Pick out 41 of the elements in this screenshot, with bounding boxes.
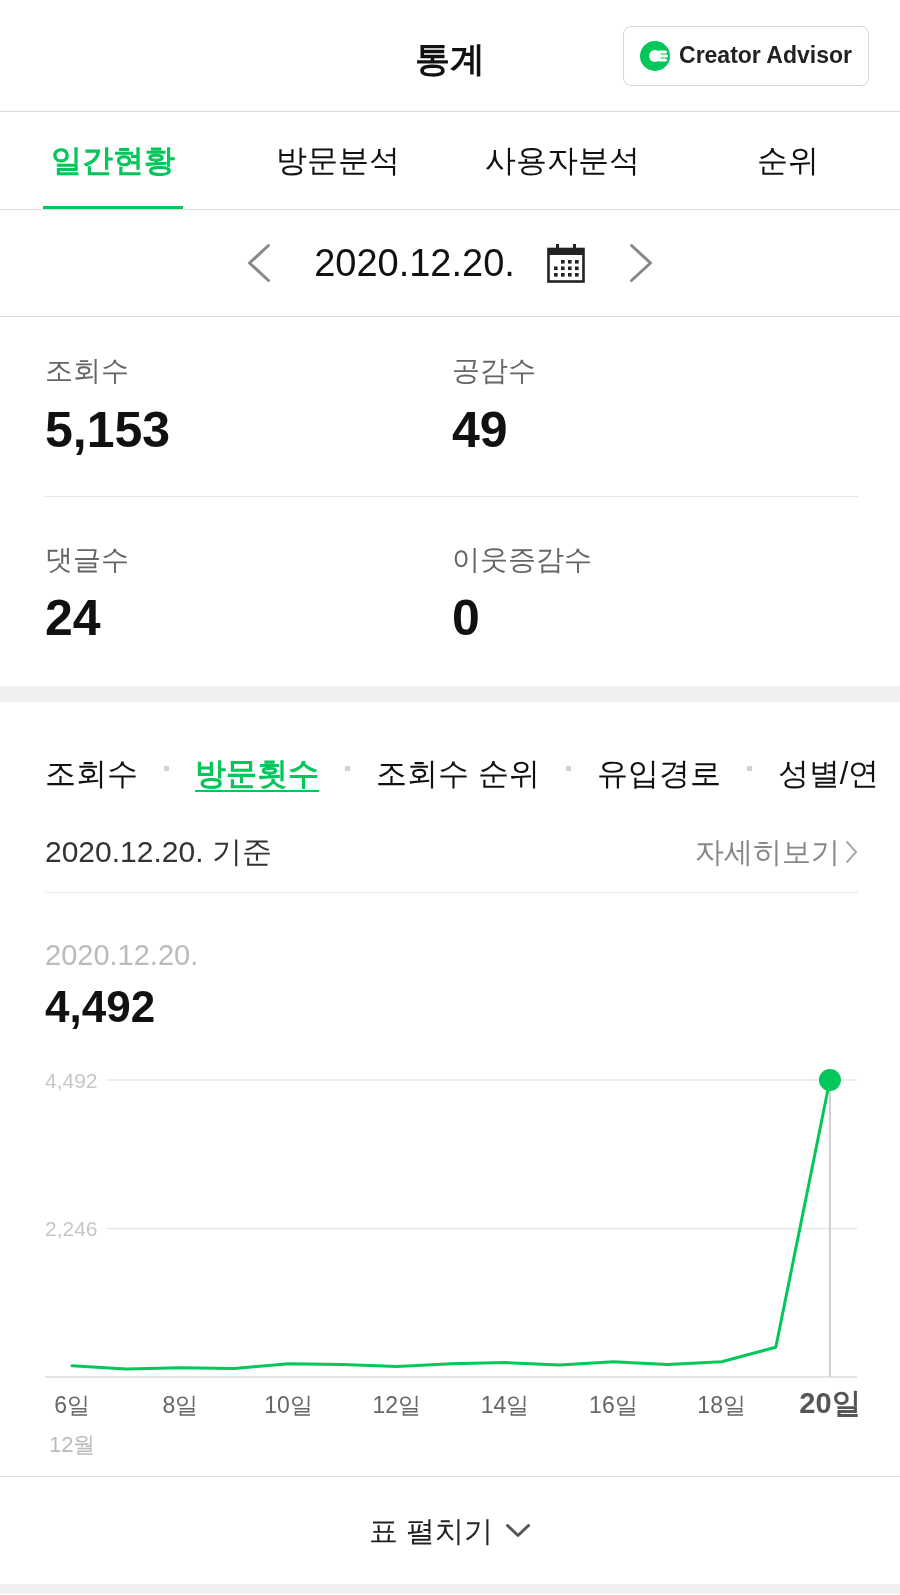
calendar-icon[interactable] — [546, 243, 585, 283]
basis-date-text: 2020.12.20. 기준 — [45, 834, 272, 870]
stat-label: 이웃증감수 — [452, 543, 592, 577]
x-axis-label: 10일 — [264, 1392, 313, 1418]
x-axis-label: 14일 — [480, 1392, 530, 1418]
stat-label: 조회수 — [45, 354, 129, 388]
chevron-down-icon — [505, 1523, 532, 1538]
x-axis-label: 8일 — [162, 1392, 199, 1418]
chevron-left-icon[interactable] — [247, 243, 272, 283]
x-axis-label: 12일 — [372, 1392, 422, 1418]
detail-link[interactable]: 자세히보기 — [695, 834, 858, 870]
x-axis-label: 18일 — [697, 1392, 746, 1418]
data-point-icon[interactable] — [818, 1069, 841, 1091]
x-axis-label: 6일 — [54, 1392, 90, 1418]
selected-value: 4,492 — [45, 982, 156, 1032]
date-label: 2020.12.20. — [314, 241, 515, 286]
stat-value: 49 — [452, 401, 508, 459]
x-axis-label: 16일 — [589, 1392, 638, 1418]
sub-tab[interactable]: 성별/연 — [777, 754, 880, 794]
y-axis-label: 2,246 — [45, 1217, 98, 1240]
sub-tab[interactable]: 조회수 — [45, 754, 138, 794]
tab[interactable]: 순위 — [748, 112, 827, 209]
stat-value: 24 — [45, 589, 101, 647]
tab[interactable]: 사용자분석 — [477, 112, 648, 209]
y-axis-label: 4,492 — [45, 1068, 98, 1092]
x-axis-label: 20일 — [799, 1387, 861, 1419]
page-title: 통계 — [415, 37, 485, 80]
sub-tab[interactable]: 조회수 순위 — [376, 754, 540, 794]
month-label: 12월 — [49, 1431, 96, 1457]
stat-label: 공감수 — [452, 354, 536, 388]
expand-table-button[interactable]: 표 펼치기 — [368, 1511, 532, 1550]
logo-icon — [640, 40, 670, 71]
chevron-right-icon — [845, 840, 858, 864]
selected-date: 2020.12.20. — [45, 938, 199, 973]
chevron-right-icon[interactable] — [628, 243, 653, 283]
sub-tab[interactable]: 유입경로 — [596, 754, 721, 794]
stat-label: 댓글수 — [45, 543, 129, 577]
tab[interactable]: 방문분석 — [267, 112, 408, 209]
creator-advisor-button[interactable]: Creator Advisor — [623, 25, 869, 86]
stat-value: 5,153 — [45, 401, 171, 459]
stat-value: 0 — [452, 589, 480, 647]
